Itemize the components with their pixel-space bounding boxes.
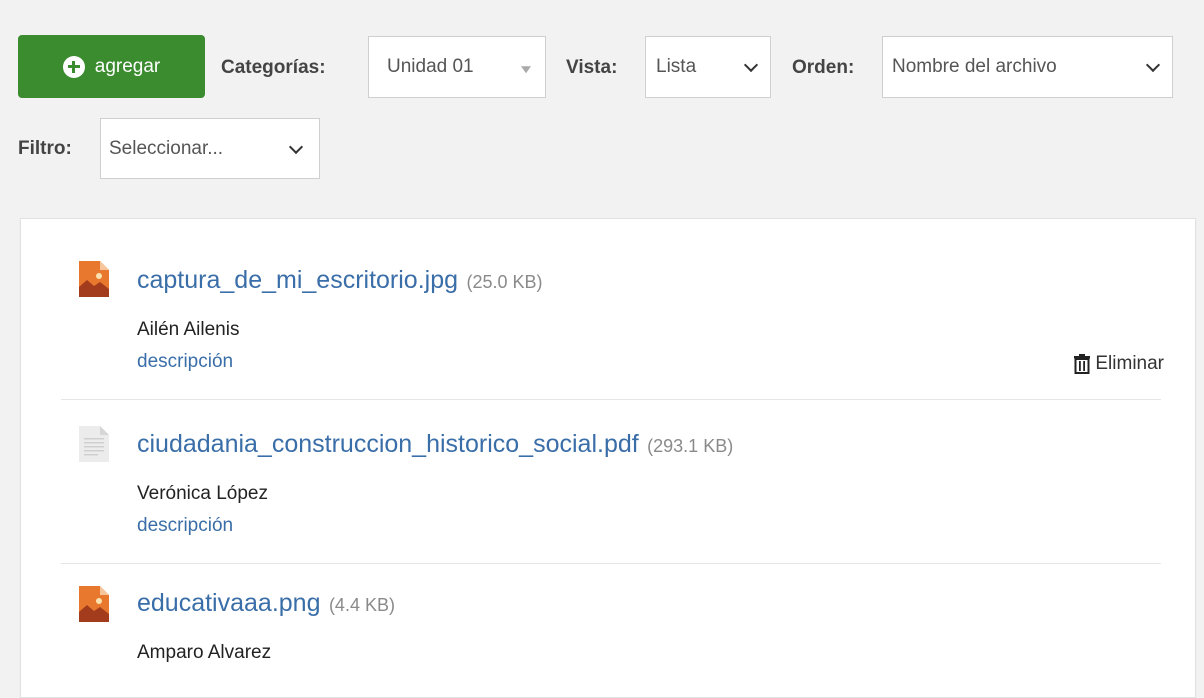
- add-button-label: agregar: [94, 55, 161, 77]
- list-item: captura_de_mi_escritorio.jpg (25.0 KB) A…: [61, 257, 1164, 399]
- file-name-link[interactable]: ciudadania_construccion_historico_social…: [137, 430, 639, 458]
- file-size: (25.0 KB): [466, 272, 543, 292]
- file-list-panel: captura_de_mi_escritorio.jpg (25.0 KB) A…: [20, 218, 1196, 698]
- filter-label: Filtro:: [18, 138, 72, 159]
- file-name-link[interactable]: educativaaa.png: [137, 589, 320, 617]
- file-name-link[interactable]: captura_de_mi_escritorio.jpg: [137, 266, 458, 294]
- description-link[interactable]: descripción: [137, 515, 233, 537]
- image-file-icon: [79, 586, 109, 622]
- delete-button[interactable]: Eliminar: [1073, 353, 1164, 375]
- categories-label: Categorías:: [221, 57, 326, 78]
- file-title-row: captura_de_mi_escritorio.jpg (25.0 KB): [137, 266, 543, 295]
- order-value: Nombre del archivo: [892, 56, 1057, 77]
- file-title-row: educativaaa.png (4.4 KB): [137, 589, 395, 618]
- order-select[interactable]: Nombre del archivo: [882, 36, 1173, 98]
- delete-label: Eliminar: [1095, 353, 1164, 374]
- document-file-icon: [79, 426, 109, 462]
- file-author: Ailén Ailenis: [137, 319, 240, 340]
- view-select[interactable]: Lista: [645, 36, 771, 98]
- list-item: educativaaa.png (4.4 KB) Amparo Alvarez: [61, 564, 1161, 694]
- file-size: (4.4 KB): [328, 595, 395, 615]
- view-label: Vista:: [566, 57, 618, 78]
- categories-select[interactable]: Unidad 01: [368, 36, 546, 98]
- view-value: Lista: [656, 56, 697, 77]
- add-button[interactable]: agregar: [18, 35, 205, 98]
- trash-icon: [1074, 354, 1091, 374]
- plus-circle-icon: [62, 55, 85, 78]
- file-size: (293.1 KB): [647, 436, 734, 456]
- categories-value: Unidad 01: [387, 56, 474, 77]
- chevron-down-icon: [743, 57, 759, 73]
- file-title-row: ciudadania_construccion_historico_social…: [137, 430, 733, 459]
- description-link[interactable]: descripción: [137, 351, 233, 373]
- filter-select[interactable]: Seleccionar...: [100, 118, 320, 179]
- filter-value: Seleccionar...: [109, 137, 224, 159]
- image-file-icon: [79, 261, 109, 297]
- list-item: ciudadania_construccion_historico_social…: [61, 400, 1161, 563]
- file-author: Verónica López: [137, 483, 268, 504]
- chevron-down-icon: [288, 139, 304, 154]
- chevron-down-icon: [1145, 57, 1161, 73]
- order-label: Orden:: [792, 57, 855, 78]
- dropdown-triangle-icon: [521, 66, 531, 74]
- file-author: Amparo Alvarez: [137, 642, 272, 663]
